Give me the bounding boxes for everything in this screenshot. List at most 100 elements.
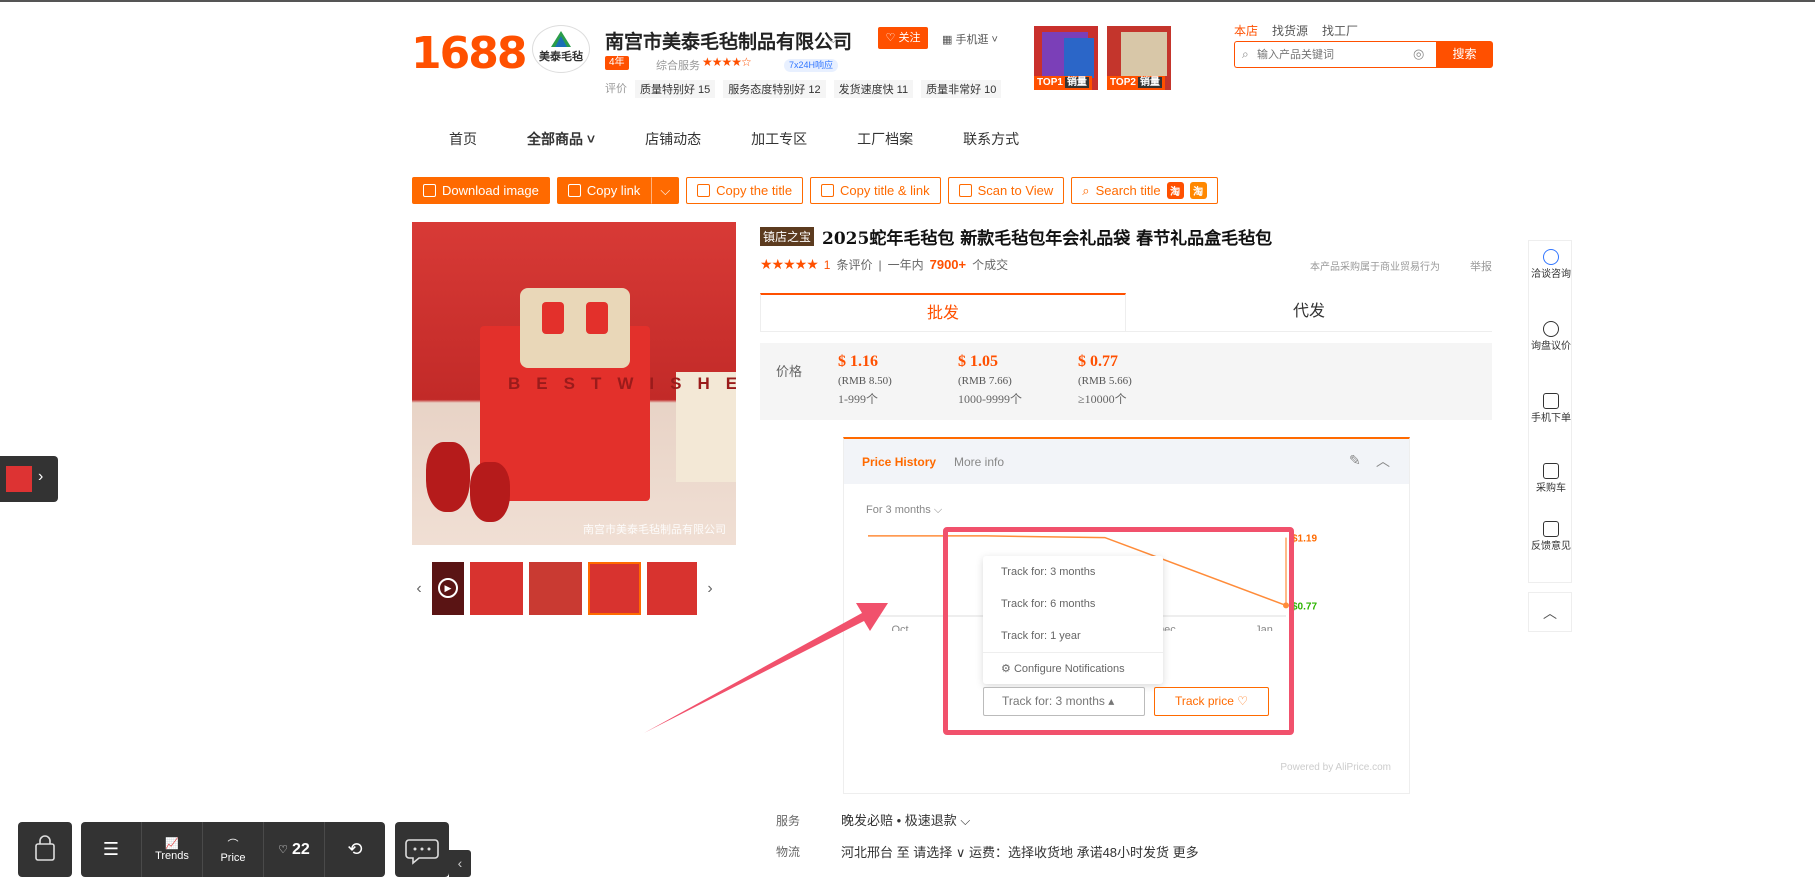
period-select[interactable]: For 3 months ⌵ — [866, 504, 942, 517]
service-value[interactable]: 晚发必赔 • 极速退款 ⌵ — [841, 810, 970, 829]
chat-button[interactable] — [395, 822, 449, 877]
copy-icon — [697, 184, 711, 197]
search-input[interactable] — [1257, 42, 1407, 67]
purchase-tabs: 批发 代发 — [760, 293, 1492, 332]
trends-button[interactable]: 📈 Trends — [142, 822, 203, 877]
search-scope-tabs: 本店 找货源 找工厂 — [1234, 22, 1358, 39]
review-label[interactable]: 条评价 — [836, 256, 872, 273]
collapse-bar-button[interactable]: ‹ — [449, 850, 471, 877]
shop-logo-text: 美泰毛毡 — [539, 50, 583, 63]
copy-icon — [821, 184, 835, 197]
qr-icon — [1543, 393, 1559, 409]
divider: | — [878, 257, 882, 272]
site-logo[interactable]: 1688 — [411, 28, 527, 79]
low-price-label: $0.77 — [1292, 601, 1317, 612]
nav-item[interactable]: 联系方式 — [963, 129, 1019, 149]
nav-item[interactable]: 工厂档案 — [857, 129, 913, 149]
back-to-top-button[interactable]: ︿ — [1528, 592, 1572, 632]
chevron-down-icon[interactable]: ⌵ — [828, 30, 839, 47]
eval-label: 评价 — [605, 83, 627, 95]
taobao-icon[interactable]: 淘 — [1166, 182, 1184, 199]
main-product-image[interactable]: BESTWISHES 南宫市美泰毛毡制品有限公司 — [412, 222, 736, 545]
rank-badge: TOP1 销量 — [1034, 76, 1092, 90]
annotation-arrow — [644, 603, 888, 733]
collapse-button[interactable]: ☰ — [81, 822, 142, 877]
product-image — [542, 302, 564, 334]
rail-cart[interactable]: 采购车 — [1529, 463, 1573, 496]
chevron-up-icon[interactable]: ︿ — [1376, 451, 1390, 471]
rank-badge: TOP2 销量 — [1107, 76, 1165, 90]
product-image — [586, 302, 608, 334]
thumbnail-video[interactable]: ▶ — [432, 562, 464, 615]
search-tab[interactable]: 找货源 — [1272, 22, 1308, 39]
product-image — [426, 442, 470, 512]
right-rail: 洽谈咨询 询盘议价 手机下单 采购车 反馈意见 — [1528, 240, 1572, 583]
target-icon — [1543, 321, 1559, 337]
thumbnail[interactable] — [529, 562, 582, 615]
product-title: 镇店之宝 2025蛇年毛毡包 新款毛毡包年会礼品袋 春节礼品盒毛毡包 — [760, 224, 1272, 249]
bag-button[interactable] — [18, 822, 72, 877]
search-tab[interactable]: 找工厂 — [1322, 22, 1358, 39]
copy-link-dropdown[interactable]: ⌵ — [651, 177, 680, 204]
mobile-browse-link[interactable]: ▦ 手机逛 ˅ — [942, 31, 998, 47]
score-stars: ★★★★☆ — [702, 55, 752, 69]
rail-feedback[interactable]: 反馈意见 — [1529, 521, 1573, 554]
tab-wholesale[interactable]: 批发 — [760, 293, 1126, 331]
tab-dropship[interactable]: 代发 — [1126, 293, 1492, 331]
product-image — [1121, 32, 1167, 76]
nav-item[interactable]: 首页 — [449, 129, 477, 149]
search-box: ⌕ ◎ — [1234, 41, 1436, 68]
nav-item[interactable]: 加工专区 — [751, 129, 807, 149]
price-button[interactable]: ⌒ Price — [203, 822, 264, 877]
scan-to-view-button[interactable]: Scan to View — [947, 177, 1065, 204]
rail-inquiry[interactable]: 询盘议价 — [1529, 321, 1573, 354]
recent-product-widget[interactable]: › — [0, 456, 58, 502]
follow-button[interactable]: ♡ 关注 — [878, 27, 928, 49]
chevron-left-icon[interactable]: ‹ — [412, 580, 426, 598]
tmall-icon[interactable]: 淘 — [1189, 182, 1207, 199]
copy-title-link-button[interactable]: Copy title & link — [810, 177, 941, 204]
thumbnail[interactable] — [470, 562, 523, 615]
history-icon: ⟲ — [347, 839, 363, 859]
copy-link-split: Copy link ⌵ — [556, 177, 680, 204]
search-button[interactable]: 搜索 — [1436, 41, 1493, 68]
report-link[interactable]: 举报 — [1470, 258, 1492, 274]
camera-icon[interactable]: ◎ — [1413, 46, 1424, 62]
search-tab[interactable]: 本店 — [1234, 22, 1258, 39]
tab-price-history[interactable]: Price History — [862, 455, 936, 469]
history-button[interactable]: ⟲ — [325, 822, 385, 877]
copy-link-button[interactable]: Copy link — [556, 177, 652, 204]
highlight-box — [943, 527, 1294, 735]
shop-logo[interactable]: 美泰毛毡 — [532, 25, 590, 73]
search-title-button[interactable]: ⌕ Search title 淘淘 — [1071, 177, 1218, 204]
download-image-button[interactable]: Download image — [412, 177, 550, 204]
eval-chip: 质量非常好 10 — [921, 80, 1002, 98]
nav-item[interactable]: 店铺动态 — [645, 129, 701, 149]
nav-item[interactable]: 全部商品 ˅ — [527, 129, 595, 149]
edit-icon[interactable]: ✎ — [1349, 452, 1361, 469]
copy-title-button[interactable]: Copy the title — [686, 177, 804, 204]
favorites-button[interactable]: ♡ 22 — [264, 822, 325, 877]
price-label: 价格 — [776, 364, 803, 379]
extension-toolbar: Download image Copy link ⌵ Copy the titl… — [412, 177, 1218, 204]
shop-name[interactable]: 南宫市美泰毛毡制品有限公司 — [605, 27, 852, 54]
eval-chip: 质量特别好 15 — [635, 80, 716, 98]
store-treasure-badge: 镇店之宝 — [760, 227, 815, 246]
tab-more-info[interactable]: More info — [954, 455, 1004, 469]
thumbnail-selected[interactable] — [588, 562, 641, 615]
eval-row: 评价 质量特别好 15 服务态度特别好 12 发货速度快 11 质量非常好 10 — [605, 80, 1002, 98]
logistics-value[interactable]: 河北邢台 至 请选择 ∨ 运费：选择收货地 承诺48小时发货 更多 — [841, 842, 1199, 861]
rail-chat[interactable]: 洽谈咨询 — [1529, 249, 1573, 282]
powered-by[interactable]: Powered by AliPrice.com — [1280, 762, 1391, 773]
review-count[interactable]: 1 — [824, 258, 831, 272]
rail-mobile-order[interactable]: 手机下单 — [1529, 393, 1573, 426]
response-badge: 7x24H响应 — [784, 59, 839, 72]
product-image — [1064, 38, 1094, 78]
top2-product-thumb[interactable]: TOP2 销量 — [1107, 26, 1171, 90]
high-price-label: $1.19 — [1292, 534, 1317, 545]
price-box: 价格 $ 1.16 (RMB 8.50) 1-999个 $ 1.05 (RMB 7.6… — [760, 343, 1492, 420]
rating-row: ★★★★★ 1 条评价 | 一年内 7900+ 个成交 — [760, 256, 1008, 273]
chevron-right-icon: › — [38, 468, 44, 485]
window-top-border — [0, 0, 1815, 2]
top1-product-thumb[interactable]: TOP1 销量 — [1034, 26, 1098, 90]
